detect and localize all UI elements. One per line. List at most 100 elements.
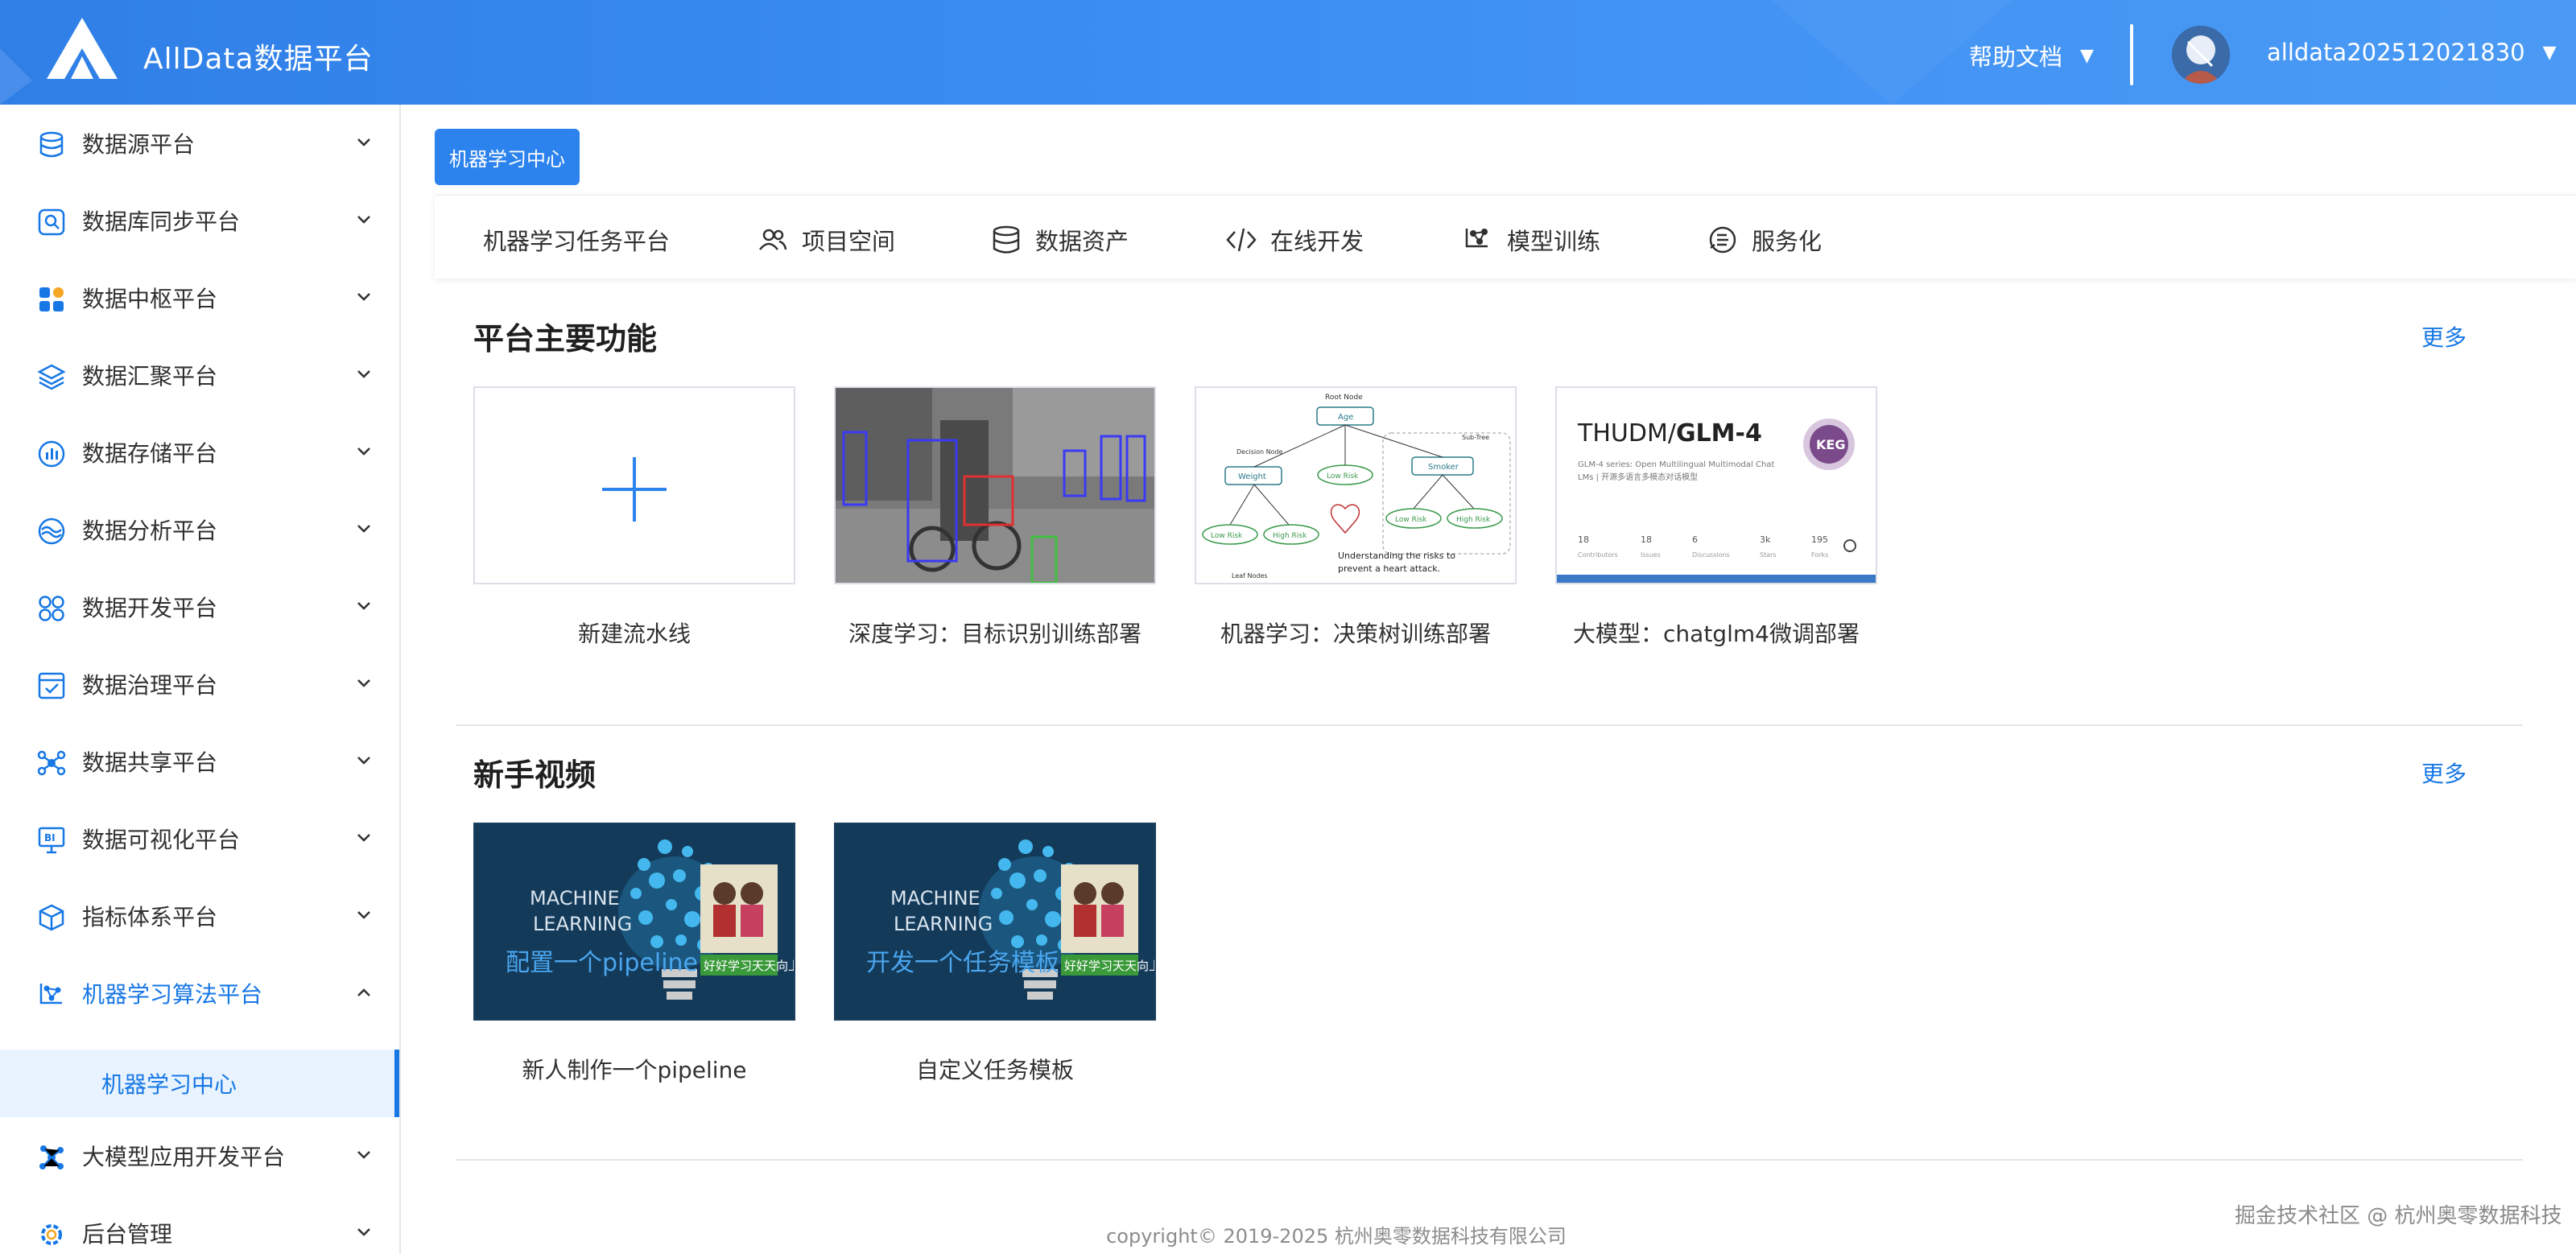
sidebar-item-data-visualization[interactable]: BI 数据可视化平台 bbox=[0, 800, 399, 877]
help-docs-menu[interactable]: 帮助文档 ▼ bbox=[1969, 39, 2094, 72]
sidebar-item-label: 数据中枢平台 bbox=[82, 286, 218, 312]
videos-more-link[interactable]: 更多 bbox=[2421, 757, 2467, 789]
sidebar-item-llm-app-dev[interactable]: 大模型应用开发平台 bbox=[0, 1117, 399, 1194]
sidebar-item-data-storage[interactable]: 数据存储平台 bbox=[0, 414, 399, 491]
header-divider bbox=[2130, 24, 2133, 85]
watermark: 掘金技术社区 @ 杭州奥零数据科技 bbox=[2235, 1204, 2562, 1228]
tab-model-training[interactable]: 模型训练 bbox=[1462, 223, 1600, 257]
bi-monitor-icon: BI bbox=[38, 827, 65, 854]
svg-text:18: 18 bbox=[1578, 534, 1589, 545]
tab-data-assets[interactable]: 数据资产 bbox=[990, 223, 1129, 257]
sidebar-item-metrics[interactable]: 指标体系平台 bbox=[0, 877, 399, 955]
nodes-icon bbox=[39, 1145, 64, 1169]
sidebar-item-label: 数据可视化平台 bbox=[82, 827, 241, 853]
top-header: AllData数据平台 帮助文档 ▼ alldata202512021830 ▼ bbox=[0, 0, 2576, 105]
sidebar-item-label: 数据分析平台 bbox=[82, 518, 218, 544]
sidebar-item-label: 数据存储平台 bbox=[82, 440, 218, 467]
video-thumbnail-image: MACHINE LEARNING 好好学习天天向上 开发一个任务模板 bbox=[836, 824, 1154, 1019]
database-icon bbox=[993, 225, 1020, 254]
database-icon bbox=[39, 131, 64, 158]
section-divider bbox=[456, 724, 2523, 726]
svg-text:High Risk: High Risk bbox=[1456, 516, 1491, 524]
svg-text:Low Risk: Low Risk bbox=[1395, 516, 1427, 524]
tab-label: 机器学习任务平台 bbox=[483, 228, 671, 255]
sidebar-item-label: 大模型应用开发平台 bbox=[82, 1144, 286, 1170]
chatglm4-card[interactable]: THUDM/GLM-4 GLM-4 series: Open Multiling… bbox=[1555, 386, 1877, 584]
code-icon bbox=[1226, 228, 1257, 252]
decision-tree-card[interactable]: Root Node Age Decision Node Weight Low R… bbox=[1195, 386, 1517, 584]
sidebar-item-ml-algorithm[interactable]: 机器学习算法平台 bbox=[0, 955, 399, 1032]
avatar-image bbox=[2172, 26, 2230, 84]
new-pipeline-card[interactable] bbox=[473, 386, 795, 584]
chevron-down-icon bbox=[357, 757, 370, 765]
sidebar-item-data-governance[interactable]: 数据治理平台 bbox=[0, 646, 399, 723]
username-label: alldata202512021830 bbox=[2267, 39, 2525, 66]
sidebar-item-label: 指标体系平台 bbox=[82, 904, 218, 930]
sidebar-item-label: 数据共享平台 bbox=[82, 749, 218, 776]
sidebar-item-datasource[interactable]: 数据源平台 bbox=[0, 105, 399, 182]
svg-text:6: 6 bbox=[1692, 534, 1698, 545]
svg-text:High Risk: High Risk bbox=[1273, 532, 1307, 540]
chevron-down-icon bbox=[357, 834, 370, 842]
sidebar-item-data-hub[interactable]: 数据中枢平台 bbox=[0, 259, 399, 336]
svg-text:Leaf Nodes: Leaf Nodes bbox=[1232, 572, 1268, 580]
tab-ml-task-platform[interactable]: 机器学习任务平台 bbox=[483, 223, 670, 257]
plus-icon bbox=[602, 457, 667, 522]
svg-text:Smoker: Smoker bbox=[1428, 463, 1459, 472]
svg-text:MACHINE: MACHINE bbox=[530, 887, 620, 910]
alldata-logo-icon[interactable] bbox=[47, 18, 118, 79]
svg-text:好好学习天天向上: 好好学习天天向上 bbox=[704, 959, 794, 973]
sidebar-item-data-analysis[interactable]: 数据分析平台 bbox=[0, 491, 399, 568]
copyright-footer: copyright© 2019-2025 杭州奥零数据科技有限公司 bbox=[0, 1220, 2576, 1248]
chevron-down-icon bbox=[357, 911, 370, 919]
sidebar-subitem-ml-center[interactable]: 机器学习中心 bbox=[0, 1050, 399, 1117]
svg-text:Contributors: Contributors bbox=[1578, 551, 1618, 559]
layers-icon bbox=[37, 364, 66, 390]
glm4-repo-image: THUDM/GLM-4 GLM-4 series: Open Multiling… bbox=[1557, 388, 1876, 583]
svg-text:Discussions: Discussions bbox=[1692, 551, 1730, 559]
video-thumbnail-task-template[interactable]: MACHINE LEARNING 好好学习天天向上 开发一个任务模板 bbox=[834, 823, 1156, 1021]
chevron-up-icon bbox=[357, 988, 370, 996]
card-label: 机器学习：决策树训练部署 bbox=[1220, 621, 1491, 647]
svg-text:LMs | 开源多语言多模态对话模型: LMs | 开源多语言多模态对话模型 bbox=[1578, 472, 1698, 482]
svg-text:THUDM/GLM-4: THUDM/GLM-4 bbox=[1577, 419, 1762, 448]
tab-label: 服务化 bbox=[1752, 228, 1823, 255]
svg-text:BI: BI bbox=[44, 832, 56, 844]
video-thumbnail-pipeline[interactable]: MACHINE LEARNING 好好学习天天向上 配置一个pipeline bbox=[473, 823, 795, 1021]
svg-text:Issues: Issues bbox=[1641, 551, 1661, 559]
object-detection-card[interactable] bbox=[834, 386, 1156, 584]
tab-online-dev[interactable]: 在线开发 bbox=[1225, 223, 1364, 257]
svg-text:好好学习天天向上: 好好学习天天向上 bbox=[1064, 959, 1154, 973]
sidebar-subitem-label: 机器学习中心 bbox=[101, 1071, 237, 1098]
sidebar-item-data-converge[interactable]: 数据汇聚平台 bbox=[0, 336, 399, 414]
svg-text:Weight: Weight bbox=[1238, 472, 1266, 481]
features-more-link[interactable]: 更多 bbox=[2421, 320, 2467, 353]
users-icon bbox=[759, 229, 787, 250]
search-sync-icon bbox=[38, 208, 65, 236]
card-label: 深度学习：目标识别训练部署 bbox=[848, 621, 1141, 647]
sidebar-item-data-dev[interactable]: 数据开发平台 bbox=[0, 568, 399, 646]
chevron-down-icon bbox=[357, 293, 370, 301]
share-icon bbox=[37, 750, 66, 776]
chevron-down-icon bbox=[357, 525, 370, 533]
sidebar-item-data-sharing[interactable]: 数据共享平台 bbox=[0, 723, 399, 800]
svg-text:Low Risk: Low Risk bbox=[1211, 532, 1243, 540]
copyright-text: copyright© 2019-2025 杭州奥零数据科技有限公司 bbox=[1106, 1225, 1567, 1248]
card-label: 大模型：chatglm4微调部署 bbox=[1573, 621, 1860, 647]
decision-tree-image: Root Node Age Decision Node Weight Low R… bbox=[1196, 388, 1515, 583]
user-menu[interactable]: alldata202512021830 ▼ bbox=[2267, 39, 2557, 66]
ml-node-icon bbox=[39, 984, 62, 1004]
tab-project-space[interactable]: 项目空间 bbox=[757, 223, 895, 257]
avatar[interactable] bbox=[2172, 26, 2230, 84]
tab-serving[interactable]: 服务化 bbox=[1707, 223, 1822, 257]
four-circles-icon bbox=[39, 596, 64, 621]
app-title[interactable]: AllData数据平台 bbox=[143, 35, 374, 77]
ml-center-tag-button[interactable]: 机器学习中心 bbox=[435, 129, 580, 185]
svg-text:Understanding the risks to: Understanding the risks to bbox=[1338, 551, 1455, 561]
sidebar-item-label: 数据源平台 bbox=[82, 131, 196, 158]
sidebar-item-db-sync[interactable]: 数据库同步平台 bbox=[0, 182, 399, 259]
svg-text:配置一个pipeline: 配置一个pipeline bbox=[506, 949, 698, 977]
svg-text:prevent a heart attack.: prevent a heart attack. bbox=[1338, 563, 1440, 574]
cube-icon bbox=[39, 904, 64, 931]
tab-label: 项目空间 bbox=[802, 228, 896, 255]
